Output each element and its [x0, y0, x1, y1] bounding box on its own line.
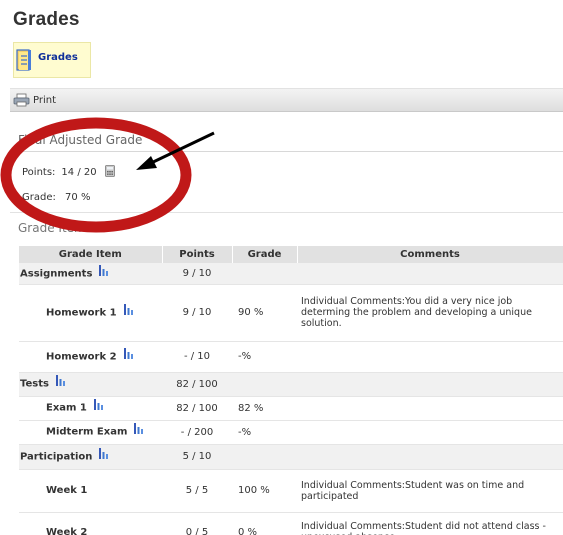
grade-item-name: Midterm Exam: [46, 426, 128, 438]
final-grade: Grade: 70 %: [22, 192, 90, 203]
grade-cell: 0 %: [232, 512, 297, 535]
table-header-row: Grade Item Points Grade Comments: [19, 246, 563, 263]
toolbar: Print: [10, 88, 563, 112]
page-title: Grades: [13, 9, 80, 30]
grade-cell: -%: [232, 341, 297, 373]
grade-item-name: Week 1: [19, 469, 162, 513]
grades-nav-label: Grades: [38, 52, 78, 63]
final-points: Points: 14 / 20: [22, 165, 115, 180]
grade-item-name: Participation: [20, 451, 93, 463]
grade-value: 70 %: [65, 192, 91, 203]
points-cell: 82 / 100: [162, 396, 232, 421]
grade-cell: 100 %: [232, 469, 297, 513]
grade-item-name: Assignments: [20, 268, 93, 279]
points-cell: 5 / 5: [162, 469, 232, 513]
comments-cell: Individual Comments:Student did not atte…: [297, 512, 563, 535]
points-cell: 5 / 10: [162, 444, 232, 470]
bar-chart-icon[interactable]: [134, 423, 144, 437]
comments-cell: [297, 396, 563, 421]
table-row: Week 1 5 / 5 100 % Individual Comments:S…: [19, 469, 563, 513]
grade-cell: [232, 263, 297, 285]
comments-cell: [297, 372, 563, 397]
points-cell: 0 / 5: [162, 512, 232, 535]
table-row: Midterm Exam - / 200 -%: [19, 420, 563, 445]
print-label: Print: [33, 94, 57, 106]
grade-item-name: Week 2: [19, 512, 162, 535]
table-row-category: Tests 82 / 100: [19, 372, 563, 397]
comments-cell: [297, 420, 563, 445]
column-header-grade: Grade: [232, 246, 298, 263]
grades-book-icon: [16, 48, 32, 72]
comments-cell: [297, 341, 563, 373]
divider: [10, 151, 563, 152]
grade-cell: -%: [232, 420, 297, 445]
printer-icon: [13, 93, 30, 107]
bar-chart-icon[interactable]: [123, 347, 133, 362]
table-row: Exam 1 82 / 100 82 %: [19, 396, 563, 421]
grade-item-name: Exam 1: [46, 402, 87, 414]
table-row-category: Assignments 9 / 10: [19, 263, 563, 285]
table-row: Homework 2 - / 10 -%: [19, 341, 563, 373]
table-row: Week 2 0 / 5 0 % Individual Comments:Stu…: [19, 512, 563, 535]
comments-cell: Individual Comments:Student was on time …: [297, 469, 563, 513]
divider: [10, 212, 563, 213]
print-button[interactable]: Print: [13, 93, 56, 107]
points-cell: - / 200: [162, 420, 232, 445]
annotation-arrow: [148, 131, 215, 166]
grades-nav-link[interactable]: Grades: [13, 42, 91, 78]
points-cell: 82 / 100: [162, 372, 232, 397]
table-row: Homework 1 9 / 10 90 % Individual Commen…: [19, 284, 563, 342]
points-value: 14 / 20: [61, 167, 97, 178]
points-cell: 9 / 10: [162, 284, 232, 342]
bar-chart-icon[interactable]: [123, 303, 133, 318]
grade-cell: 82 %: [232, 396, 297, 421]
bar-chart-icon[interactable]: [93, 399, 103, 413]
comments-cell: [297, 263, 563, 285]
grade-item-name: Homework 1: [46, 307, 117, 319]
points-label: Points:: [22, 167, 56, 178]
calculator-icon[interactable]: [104, 165, 115, 180]
grade-item-name: Tests: [20, 378, 49, 390]
points-cell: 9 / 10: [162, 263, 232, 285]
grade-label: Grade:: [22, 192, 56, 203]
column-header-points: Points: [162, 246, 233, 263]
grade-cell: [232, 444, 297, 470]
grade-item-name: Homework 2: [46, 351, 117, 363]
annotation-arrowhead: [136, 156, 157, 170]
final-grade-heading: Final Adjusted Grade: [18, 133, 143, 147]
column-header-comments: Comments: [297, 246, 563, 263]
grade-items-heading: Grade Items: [18, 221, 92, 235]
grades-table: Grade Item Points Grade Comments Assignm…: [19, 246, 563, 535]
bar-chart-icon[interactable]: [99, 447, 109, 462]
comments-cell: Individual Comments:You did a very nice …: [297, 284, 563, 342]
bar-chart-icon[interactable]: [99, 264, 109, 279]
comments-cell: [297, 444, 563, 470]
points-cell: - / 10: [162, 341, 232, 373]
column-header-grade-item: Grade Item: [19, 246, 163, 263]
grade-cell: 90 %: [232, 284, 297, 342]
table-row-category: Participation 5 / 10: [19, 444, 563, 470]
grade-cell: [232, 372, 297, 397]
bar-chart-icon[interactable]: [55, 375, 65, 389]
